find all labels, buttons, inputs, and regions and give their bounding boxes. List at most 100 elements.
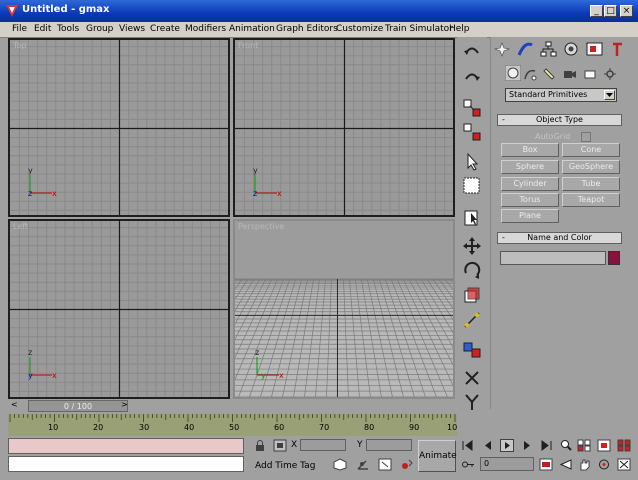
title-bar[interactable]: Untitled - gmax _ □ × xyxy=(0,0,638,22)
display-tab-icon[interactable] xyxy=(586,41,603,58)
collapse-icon[interactable]: - xyxy=(502,233,505,242)
helpers-icon[interactable] xyxy=(583,67,597,81)
menu-edit[interactable]: Edit xyxy=(34,24,51,34)
absolute-mode-icon[interactable] xyxy=(273,439,287,452)
key-mode-icon[interactable] xyxy=(461,458,475,471)
lights-icon[interactable] xyxy=(543,67,557,81)
utilities-tab-icon[interactable] xyxy=(609,41,626,58)
menu-file[interactable]: File xyxy=(12,24,27,34)
percent-snap-icon[interactable] xyxy=(378,458,392,471)
menu-animation[interactable]: Animation xyxy=(229,24,275,34)
object-color-swatch[interactable] xyxy=(608,251,620,265)
align-icon[interactable] xyxy=(461,339,483,361)
chevron-down-icon[interactable] xyxy=(604,90,615,100)
undo-icon[interactable] xyxy=(461,41,483,63)
time-slider[interactable]: 0 / 100 xyxy=(28,400,128,412)
name-and-color-rollout[interactable]: Name and Color - xyxy=(497,232,622,244)
plane-button[interactable]: Plane xyxy=(501,209,559,223)
zoom-extents-icon[interactable] xyxy=(597,439,611,452)
menu-tools[interactable]: Tools xyxy=(57,24,79,34)
select-and-move-icon[interactable] xyxy=(461,235,483,257)
box-button[interactable]: Box xyxy=(501,143,559,157)
menu-create[interactable]: Create xyxy=(150,24,180,34)
shapes-icon[interactable] xyxy=(523,67,537,81)
viewport-left[interactable]: z y x Left xyxy=(8,219,230,399)
mirror-icon[interactable] xyxy=(461,309,483,331)
maximize-viewport-icon[interactable] xyxy=(617,458,631,471)
menu-graph-editors[interactable]: Graph Editors xyxy=(276,24,338,34)
menu-train-simulator[interactable]: Train Simulator xyxy=(385,24,453,34)
menu-modifiers[interactable]: Modifiers xyxy=(185,24,226,34)
lock-selection-icon[interactable] xyxy=(253,439,267,452)
restore-button[interactable]: □ xyxy=(604,5,617,17)
zoom-all-icon[interactable] xyxy=(577,439,591,452)
x-coordinate-input[interactable] xyxy=(300,439,346,451)
redo-icon[interactable] xyxy=(461,67,483,89)
category-dropdown-value: Standard Primitives xyxy=(509,90,588,99)
motion-tab-icon[interactable] xyxy=(563,41,580,58)
time-slider-next[interactable]: > xyxy=(121,400,128,409)
app-window: Untitled - gmax _ □ × File Edit Tools Gr… xyxy=(0,0,638,480)
field-of-view-icon[interactable] xyxy=(559,458,573,471)
animate-button[interactable]: Animate xyxy=(418,440,457,472)
geosphere-button[interactable]: GeoSphere xyxy=(562,160,620,174)
cameras-icon[interactable] xyxy=(563,67,577,81)
arc-rotate-icon[interactable] xyxy=(597,458,611,471)
play-icon[interactable] xyxy=(500,439,514,452)
spinner-snap-icon[interactable] xyxy=(400,458,414,471)
add-time-tag-button[interactable]: Add Time Tag xyxy=(255,461,315,471)
angle-snap-icon[interactable] xyxy=(356,458,370,471)
snap-toggle-icon[interactable] xyxy=(333,458,347,471)
y-coordinate-input[interactable] xyxy=(366,439,412,451)
tube-button[interactable]: Tube xyxy=(562,177,620,191)
script-listener-input[interactable] xyxy=(8,456,244,472)
systems-icon[interactable] xyxy=(603,67,617,81)
time-configuration-icon[interactable] xyxy=(539,458,553,471)
zoom-extents-all-icon[interactable] xyxy=(617,439,631,452)
unlink-selection-icon[interactable] xyxy=(461,121,483,143)
menu-help[interactable]: Help xyxy=(449,24,470,34)
next-frame-icon[interactable] xyxy=(520,439,534,452)
select-by-name-icon[interactable] xyxy=(461,207,483,229)
autogrid-checkbox[interactable] xyxy=(581,132,591,142)
time-slider-prev[interactable]: < xyxy=(11,400,18,409)
select-and-rotate-icon[interactable] xyxy=(461,259,483,281)
hierarchy-tab-icon[interactable] xyxy=(540,41,557,58)
current-frame-input[interactable]: 0 xyxy=(480,457,534,471)
teapot-button[interactable]: Teapot xyxy=(562,193,620,207)
autogrid-label: AutoGrid xyxy=(535,132,571,141)
pan-icon[interactable] xyxy=(577,458,591,471)
minimize-button[interactable]: _ xyxy=(590,5,603,17)
object-type-rollout[interactable]: Object Type - xyxy=(497,114,622,126)
cylinder-button[interactable]: Cylinder xyxy=(501,177,559,191)
viewport-top[interactable]: y z x Top xyxy=(8,38,230,217)
torus-button[interactable]: Torus xyxy=(501,193,559,207)
axis-label-horizontal: x xyxy=(52,371,57,380)
selection-region-icon[interactable] xyxy=(461,175,483,197)
previous-frame-icon[interactable] xyxy=(481,439,495,452)
modify-tab-icon[interactable] xyxy=(517,41,534,58)
time-slider-track[interactable]: < 0 / 100 > xyxy=(8,400,457,412)
timeline-ruler[interactable]: 10 20 30 40 50 60 70 80 90 10 xyxy=(8,414,457,436)
close-button[interactable]: × xyxy=(620,5,633,17)
go-to-end-icon[interactable] xyxy=(539,439,553,452)
create-tab-icon[interactable] xyxy=(494,41,511,58)
go-to-start-icon[interactable] xyxy=(461,439,475,452)
sphere-button[interactable]: Sphere xyxy=(501,160,559,174)
menu-group[interactable]: Group xyxy=(86,24,113,34)
cone-button[interactable]: Cone xyxy=(562,143,620,157)
collapse-icon[interactable]: - xyxy=(502,115,505,124)
object-name-input[interactable] xyxy=(500,251,606,265)
transform-y-icon[interactable] xyxy=(461,391,483,413)
zoom-icon[interactable] xyxy=(559,439,573,452)
viewport-front[interactable]: y z x Front xyxy=(233,38,455,217)
menu-views[interactable]: Views xyxy=(119,24,145,34)
transform-x-icon[interactable] xyxy=(461,367,483,389)
category-dropdown[interactable]: Standard Primitives xyxy=(505,88,617,102)
menu-customize[interactable]: Customize xyxy=(336,24,383,34)
select-and-scale-icon[interactable] xyxy=(461,285,483,307)
select-and-link-icon[interactable] xyxy=(461,97,483,119)
viewport-perspective[interactable]: z y x Perspective xyxy=(233,219,455,399)
select-object-icon[interactable] xyxy=(461,151,483,173)
geometry-icon[interactable] xyxy=(505,65,521,81)
